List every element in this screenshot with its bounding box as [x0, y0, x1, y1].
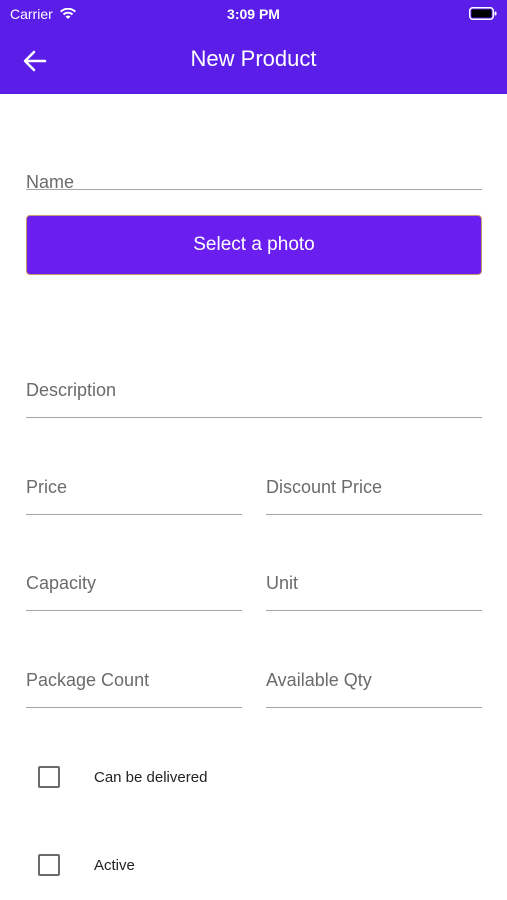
select-photo-button[interactable]: Select a photo	[26, 215, 482, 275]
active-checkbox[interactable]	[38, 854, 60, 876]
name-field[interactable]: Name	[26, 160, 482, 192]
capacity-label: Capacity	[26, 573, 97, 593]
description-label: Description	[26, 380, 117, 400]
unit-field[interactable]: Unit	[266, 573, 482, 611]
capacity-field[interactable]: Capacity	[26, 573, 242, 611]
unit-label: Unit	[266, 573, 299, 593]
price-field[interactable]: Price	[26, 477, 242, 515]
status-bar: Carrier 3:09 PM	[0, 0, 507, 30]
active-row[interactable]: Active	[38, 853, 135, 877]
active-label: Active	[94, 856, 135, 874]
discount-price-field[interactable]: Discount Price	[266, 477, 482, 515]
discount-price-label: Discount Price	[266, 477, 383, 497]
can-be-delivered-checkbox[interactable]	[38, 766, 60, 788]
can-be-delivered-label: Can be delivered	[94, 768, 208, 786]
package-count-field[interactable]: Package Count	[26, 670, 242, 708]
description-field[interactable]: Description	[26, 380, 482, 418]
status-time: 3:09 PM	[227, 6, 280, 22]
app-bar: Carrier 3:09 PM New Product	[0, 0, 507, 94]
can-be-delivered-row[interactable]: Can be delivered	[38, 765, 207, 789]
battery-icon	[469, 7, 497, 20]
available-qty-field[interactable]: Available Qty	[266, 670, 482, 708]
page-title: New Product	[190, 46, 317, 71]
price-label: Price	[26, 477, 68, 497]
name-label: Name	[26, 172, 75, 192]
package-count-label: Package Count	[26, 670, 150, 690]
available-qty-label: Available Qty	[266, 670, 372, 690]
